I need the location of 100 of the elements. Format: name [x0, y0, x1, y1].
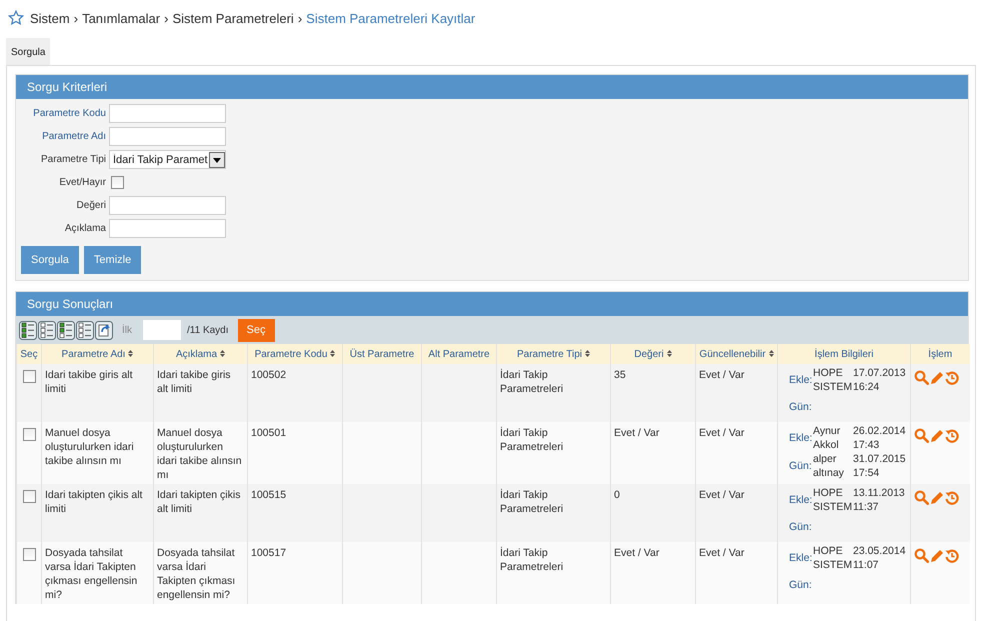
field-label: Değeri [76, 200, 107, 211]
field-label: Parametre Adı [41, 131, 107, 142]
breadcrumb-separator: › [74, 10, 78, 26]
table-cell: İdari Takip Parametreleri [500, 369, 564, 395]
table-cell: Idari takipten çikis alt limiti [157, 489, 240, 515]
checklist-icon[interactable] [57, 320, 75, 340]
sort-icon [666, 350, 672, 356]
row-checkbox[interactable] [22, 548, 36, 561]
select-button[interactable]: Seç [238, 318, 275, 342]
history-icon[interactable] [945, 549, 959, 563]
star-icon[interactable] [8, 10, 24, 26]
table-cell: Evet / Var [699, 427, 744, 439]
record-count: /11 Kaydı [187, 324, 229, 336]
search-icon[interactable] [914, 548, 929, 563]
field-label: Parametre Kodu [32, 108, 107, 119]
user-name: HOPE SISTEM [813, 486, 853, 514]
column-header[interactable]: Güncellenebilir [696, 344, 778, 364]
table-cell: 0 [614, 489, 620, 501]
input-field[interactable] [109, 219, 226, 238]
search-icon[interactable] [914, 490, 929, 505]
column-header: Üst Parametre [342, 344, 422, 364]
action-button[interactable]: Temizle [84, 246, 142, 274]
sort-icon [768, 350, 774, 356]
info-label: Gün: [789, 459, 813, 473]
breadcrumb-link[interactable]: Sistem Parametreleri Kayıtlar [306, 10, 476, 26]
user-name: alper altınay [813, 452, 845, 480]
breadcrumb-separator: › [298, 10, 302, 26]
column-header: Alt Parametre [422, 344, 496, 364]
column-header: Seç [16, 344, 42, 364]
checklist-icon[interactable] [19, 320, 37, 340]
column-header: İşlem Bilgileri [778, 344, 910, 364]
checklist-icon[interactable] [38, 320, 56, 340]
table-cell: İdari Takip Parametreleri [500, 547, 564, 573]
table-cell: Dosyada tahsilat varsa İdari Takipten çıkması engellensin mi? [45, 547, 138, 601]
breadcrumb-link[interactable]: Sistem Parametreleri [172, 10, 294, 26]
table-cell: Idari takipten çikis alt limiti [45, 489, 142, 515]
date-time: 17.07.2013 16:24 [853, 366, 905, 394]
info-label: Gün: [789, 400, 813, 414]
input-field[interactable] [109, 196, 226, 215]
date-time: 26.02.2014 17:43 [853, 424, 905, 452]
column-header[interactable]: Değeri [610, 344, 696, 364]
history-icon[interactable] [945, 371, 959, 385]
table-cell: Evet / Var [699, 489, 744, 501]
row-checkbox[interactable] [22, 370, 36, 383]
export-icon[interactable] [95, 320, 113, 340]
input-field[interactable] [109, 104, 226, 123]
pencil-icon[interactable] [930, 549, 944, 563]
table-cell: Idari takibe giris alt limiti [45, 369, 133, 395]
checklist-icon[interactable] [76, 320, 94, 340]
info-label: Ekle: [789, 431, 813, 445]
column-header: İşlem [910, 344, 970, 364]
search-icon[interactable] [914, 370, 929, 385]
history-icon[interactable] [945, 491, 959, 505]
info-label: Ekle: [789, 373, 813, 387]
sort-icon [585, 350, 590, 356]
table-cell: Idari takibe giris alt limiti [157, 369, 231, 395]
checkbox[interactable] [111, 176, 124, 189]
table-cell: 100502 [251, 369, 286, 381]
user-name: HOPE SISTEM [813, 544, 853, 572]
table-cell: Evet / Var [614, 547, 660, 559]
row-checkbox[interactable] [22, 428, 36, 441]
table-cell: Manuel dosya oluşturulurken idari takibe alınsın mı [45, 427, 134, 467]
pencil-icon[interactable] [930, 371, 944, 385]
field-label: Parametre Tipi [40, 154, 107, 165]
table-cell: Manuel dosya oluşturulurken idari takibe alınsın mı [157, 427, 242, 481]
caret-icon [209, 152, 225, 168]
table-cell: 35 [614, 369, 626, 381]
info-label: Ekle: [789, 493, 813, 507]
row-checkbox[interactable] [22, 490, 36, 503]
breadcrumb-link[interactable]: Sistem [30, 10, 70, 26]
pencil-icon[interactable] [930, 429, 944, 443]
table-cell: İdari Takip Parametreleri [500, 489, 564, 515]
column-header[interactable]: Parametre Adı [42, 344, 154, 364]
info-label: Gün: [789, 520, 813, 534]
table-cell: Evet / Var [614, 427, 660, 439]
column-header[interactable]: Parametre Tipi [496, 344, 610, 364]
input-field[interactable] [109, 127, 226, 146]
pencil-icon[interactable] [930, 491, 944, 505]
field-label: Açıklama [64, 223, 107, 234]
record-input[interactable] [143, 320, 181, 340]
breadcrumb-link[interactable]: Tanımlamalar [82, 10, 160, 26]
column-header[interactable]: Parametre Kodu [248, 344, 342, 364]
date-time: 23.05.2014 11:07 [853, 544, 905, 572]
action-button[interactable]: Sorgula [21, 246, 79, 274]
sort-icon [128, 350, 134, 356]
table-cell: İdari Takip Parametreleri [500, 427, 564, 453]
column-header[interactable]: Açıklama [154, 344, 248, 364]
info-label: Ekle: [789, 551, 813, 565]
search-icon[interactable] [914, 428, 929, 443]
sort-icon [330, 350, 336, 356]
table-cell: Dosyada tahsilat varsa İdari Takipten çıkması engellensin mi? [157, 547, 236, 601]
user-name: HOPE SISTEM [813, 366, 853, 394]
sort-icon [220, 350, 226, 356]
field-label: Evet/Hayır [58, 177, 107, 188]
tab[interactable]: Sorgula [6, 38, 50, 65]
panel-title: Sorgu Kriterleri [16, 75, 968, 99]
date-time: 13.11.2013 11:37 [853, 486, 905, 514]
first-label: İlk [122, 324, 132, 336]
history-icon[interactable] [945, 429, 959, 443]
date-time: 31.07.2015 17:54 [853, 452, 905, 480]
